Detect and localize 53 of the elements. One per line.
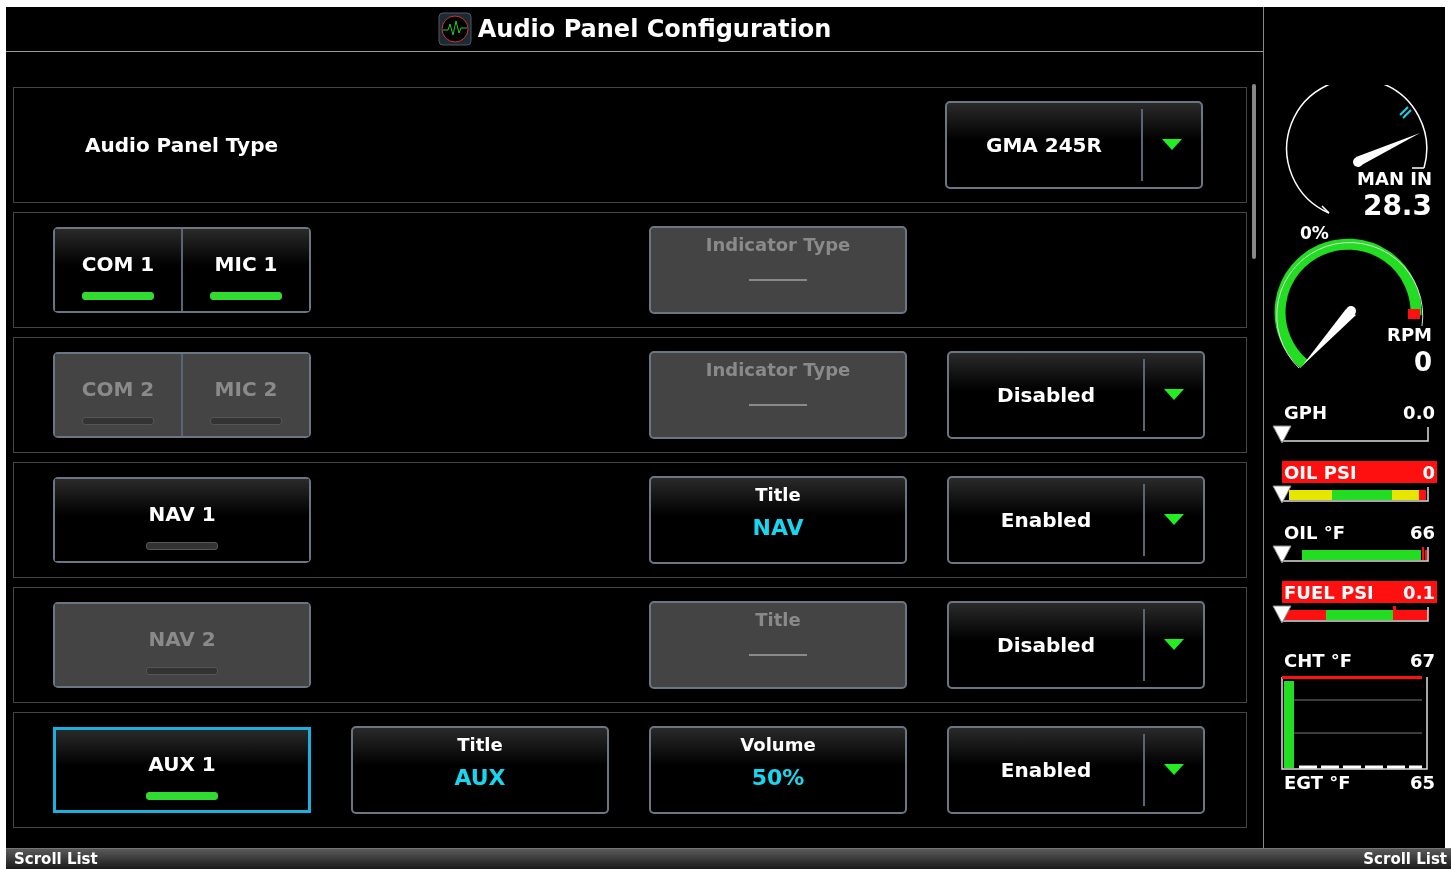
gauge-label: EGT °F: [1284, 771, 1351, 793]
setting-field[interactable]: Title AUX: [351, 726, 609, 814]
field-label: Volume: [740, 734, 816, 755]
pointer-icon: [1272, 425, 1292, 444]
field-label: Title: [755, 484, 801, 505]
caret-icon: [1164, 514, 1184, 526]
gauge-label: OIL PSI: [1284, 461, 1357, 483]
empty-value-line: [749, 279, 807, 281]
source-toggle[interactable]: NAV 1: [55, 479, 309, 561]
dropdown-button[interactable]: Enabled: [947, 726, 1205, 814]
field-value: NAV: [752, 515, 804, 540]
source-toggle[interactable]: MIC 1: [181, 229, 309, 311]
field-label: Indicator Type: [705, 359, 851, 380]
gauge-label: OIL °F: [1284, 521, 1346, 543]
gauge-label: CHT °F: [1284, 649, 1353, 671]
field-label: Title: [755, 609, 801, 630]
gauge-caption: 0%: [1300, 225, 1329, 243]
gauge-reading: 66: [1409, 521, 1435, 543]
field-value: AUX: [454, 765, 506, 790]
pointer-icon: [1272, 605, 1292, 624]
dropdown-button[interactable]: GMA 245R: [945, 101, 1203, 189]
caret-icon: [1164, 389, 1184, 401]
field-label: Indicator Type: [705, 234, 851, 255]
pointer-icon: [1272, 485, 1292, 504]
setting-label: Audio Panel Type: [85, 133, 279, 157]
pointer-icon: [1272, 545, 1292, 564]
gauge-reading: 0.1: [1403, 581, 1435, 603]
softkey-label[interactable]: Scroll List: [14, 850, 98, 868]
source-toggle[interactable]: COM 1: [55, 229, 181, 311]
caret-icon: [1164, 639, 1184, 651]
empty-value-line: [749, 654, 807, 656]
scrollbar[interactable]: [1252, 84, 1256, 259]
gauge-label: GPH: [1284, 401, 1328, 423]
gauge-label: RPM: [1387, 324, 1432, 345]
setting-field[interactable]: Title NAV: [649, 476, 907, 564]
gauge-label: MAN IN: [1357, 168, 1432, 189]
waveform-icon: [437, 12, 472, 46]
gauge-reading: 28.3: [1362, 189, 1432, 222]
dropdown-button[interactable]: Enabled: [947, 476, 1205, 564]
empty-value-line: [749, 404, 807, 406]
gauge-reading: 67: [1409, 649, 1435, 671]
caret-icon: [1164, 764, 1184, 776]
field-value: 50%: [751, 765, 805, 790]
setting-field[interactable]: Volume 50%: [649, 726, 907, 814]
gauge-reading: 0.0: [1403, 401, 1435, 423]
gauge-reading: 0: [1413, 347, 1432, 377]
gauge-label: FUEL PSI: [1284, 581, 1374, 603]
gauge-reading: 0: [1422, 461, 1435, 483]
caret-icon: [1162, 139, 1182, 151]
field-label: Title: [457, 734, 503, 755]
gauge-reading: 65: [1409, 771, 1435, 793]
softkey-label[interactable]: Scroll List: [1363, 850, 1447, 868]
window-title: Audio Panel Configuration: [477, 15, 832, 43]
